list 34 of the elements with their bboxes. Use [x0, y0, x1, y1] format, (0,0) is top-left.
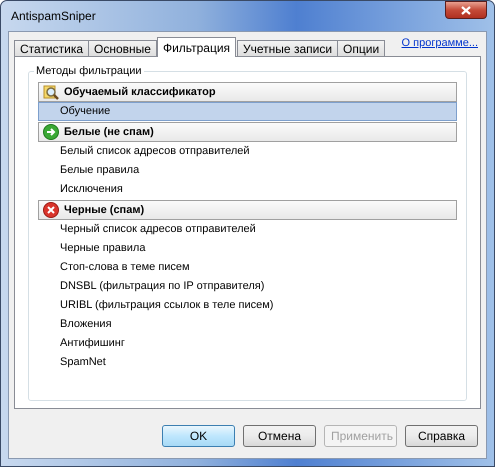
dialog-button[interactable]: Справка [405, 425, 478, 447]
tab[interactable]: Основные [88, 40, 157, 57]
section-title: Обучаемый классификатор [64, 86, 216, 98]
arrow-circle-icon [43, 124, 59, 140]
list-item[interactable]: Антифишинг [38, 334, 457, 353]
list-item[interactable]: Обучение [38, 102, 457, 121]
about-link[interactable]: О программе... [402, 37, 481, 49]
dialog-button[interactable]: OK [162, 425, 235, 447]
section-header[interactable]: Белые (не спам) [38, 122, 457, 142]
list-item[interactable]: Черный список адресов отправителей [38, 220, 457, 239]
tab[interactable]: Опции [337, 40, 386, 57]
list-item[interactable]: URIBL (фильтрация ссылок в теле писем) [38, 296, 457, 315]
list-item[interactable]: Стоп-слова в теме писем [38, 258, 457, 277]
list-item[interactable]: Исключения [38, 180, 457, 199]
list-item[interactable]: Белый список адресов отправителей [38, 142, 457, 161]
list-item[interactable]: Белые правила [38, 161, 457, 180]
list-item[interactable]: Вложения [38, 315, 457, 334]
group-title: Методы фильтрации [35, 65, 143, 77]
tab[interactable]: Фильтрация [156, 37, 236, 57]
window-title: AntispamSniper [10, 9, 96, 23]
list-item[interactable]: SpamNet [38, 353, 457, 372]
section-header[interactable]: Обучаемый классификатор [38, 82, 457, 102]
list-item[interactable]: Черные правила [38, 239, 457, 258]
section-header[interactable]: Черные (спам) [38, 200, 457, 220]
tab[interactable]: Учетные записи [237, 40, 338, 57]
section-title: Белые (не спам) [64, 126, 154, 138]
dialog-button[interactable]: Отмена [243, 425, 316, 447]
section-title: Черные (спам) [64, 204, 144, 216]
list-item[interactable]: DNSBL (фильтрация по IP отправителя) [38, 277, 457, 296]
magnifier-folder-icon [43, 84, 59, 100]
close-button[interactable] [445, 1, 487, 19]
close-icon [461, 6, 471, 14]
error-icon [43, 202, 59, 218]
tab[interactable]: Статистика [14, 40, 90, 57]
